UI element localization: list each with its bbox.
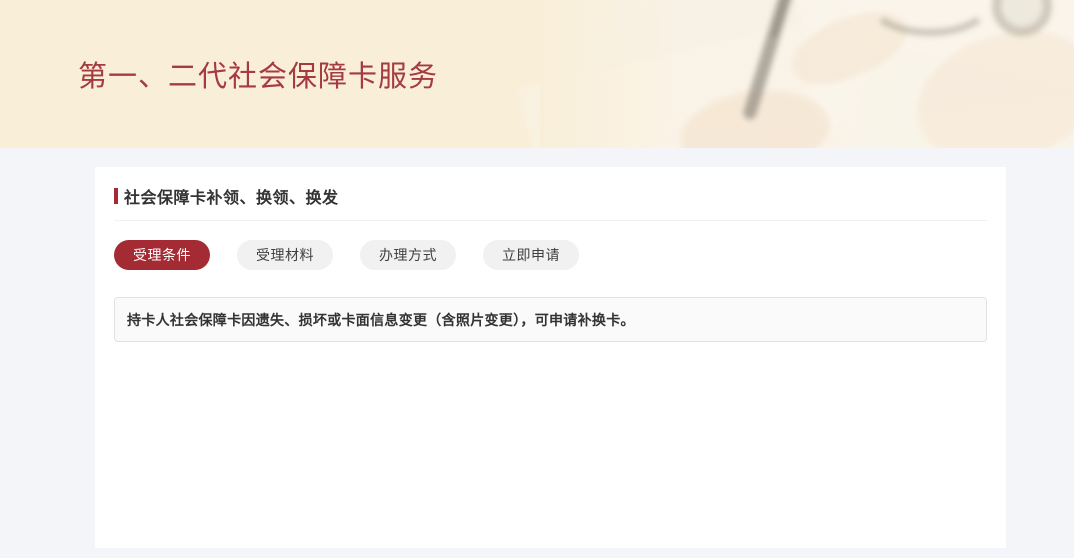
content-text: 持卡人社会保障卡因遗失、损坏或卡面信息变更（含照片变更），可申请补换卡。 (127, 310, 635, 330)
service-card: 社会保障卡补领、换领、换发 受理条件 受理材料 办理方式 立即申请 持卡人社会保… (95, 167, 1006, 548)
banner-photo-fade (540, 0, 1074, 148)
section-header: 社会保障卡补领、换领、换发 (114, 167, 987, 221)
tab-bar: 受理条件 受理材料 办理方式 立即申请 (114, 240, 987, 270)
tab-required-materials[interactable]: 受理材料 (237, 240, 333, 270)
banner-photo (540, 0, 1074, 148)
section-title-marker (114, 188, 118, 204)
content-box: 持卡人社会保障卡因遗失、损坏或卡面信息变更（含照片变更），可申请补换卡。 (114, 297, 987, 342)
page-body: 社会保障卡补领、换领、换发 受理条件 受理材料 办理方式 立即申请 持卡人社会保… (0, 148, 1074, 558)
page-banner: 第一、二代社会保障卡服务 (0, 0, 1074, 148)
tab-processing-method[interactable]: 办理方式 (360, 240, 456, 270)
section-title: 社会保障卡补领、换领、换发 (124, 184, 339, 208)
tab-apply-now[interactable]: 立即申请 (483, 240, 579, 270)
page-title: 第一、二代社会保障卡服务 (78, 0, 438, 148)
tab-acceptance-conditions[interactable]: 受理条件 (114, 240, 210, 270)
